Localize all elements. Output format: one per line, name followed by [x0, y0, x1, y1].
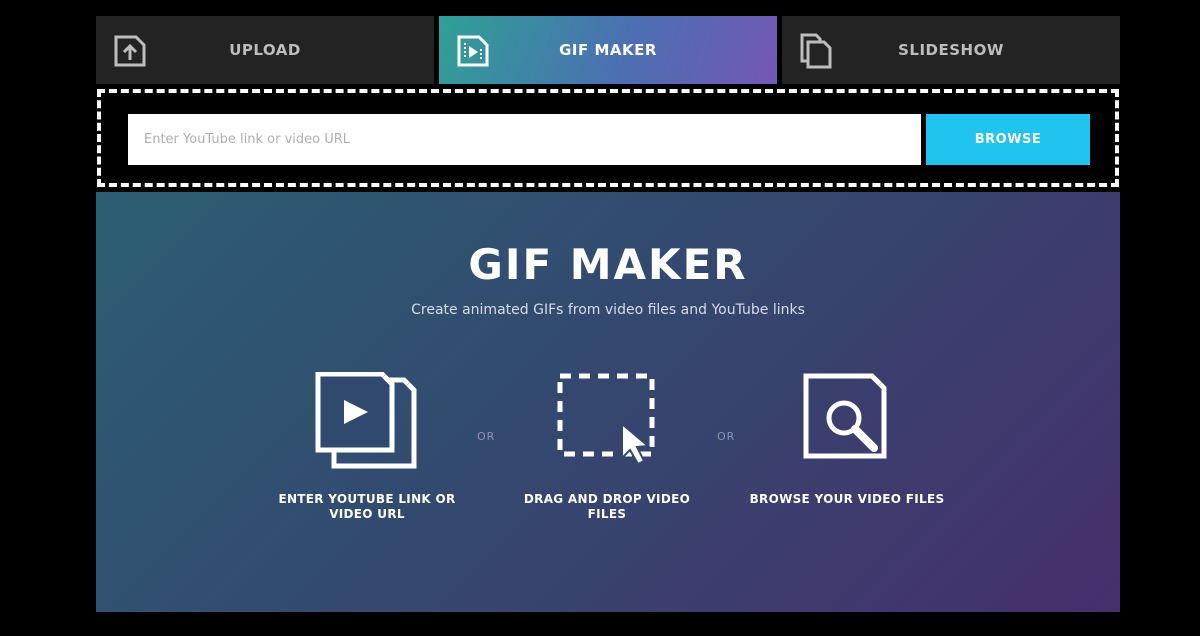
option-drag-drop[interactable]: DRAG AND DROP VIDEO FILES: [507, 372, 707, 522]
upload-icon: [114, 35, 146, 67]
drag-drop-icon: [557, 373, 655, 466]
option-enter-url-label: ENTER YOUTUBE LINK OR VIDEO URL: [278, 492, 456, 521]
browse-files-icon: [803, 373, 887, 459]
url-drop-zone[interactable]: BROWSE: [97, 89, 1119, 187]
app-frame: UPLOAD GIF MAKER SLIDESHOW BROWSE GIF MA…: [96, 16, 1120, 612]
option-browse-files[interactable]: BROWSE YOUR VIDEO FILES: [747, 372, 947, 507]
option-drag-drop-label: DRAG AND DROP VIDEO FILES: [523, 492, 691, 521]
tab-bar: UPLOAD GIF MAKER SLIDESHOW: [96, 16, 1120, 84]
browse-button[interactable]: BROWSE: [926, 114, 1090, 165]
tab-gif-maker[interactable]: GIF MAKER: [439, 16, 777, 84]
tab-slideshow-label: SLIDESHOW: [898, 41, 1004, 59]
page-title: GIF MAKER: [468, 240, 748, 289]
documents-icon: [800, 33, 832, 69]
page-subtitle: Create animated GIFs from video files an…: [411, 302, 805, 318]
gif-maker-panel: GIF MAKER Create animated GIFs from vide…: [96, 192, 1120, 612]
or-separator: OR: [477, 430, 496, 443]
tab-upload-label: UPLOAD: [229, 41, 301, 59]
tab-gif-maker-label: GIF MAKER: [559, 41, 657, 59]
tab-slideshow[interactable]: SLIDESHOW: [782, 16, 1120, 84]
video-file-icon: [457, 35, 489, 67]
youtube-link-icon: [315, 372, 417, 469]
option-browse-files-label: BROWSE YOUR VIDEO FILES: [749, 492, 945, 506]
tab-upload[interactable]: UPLOAD: [96, 16, 434, 84]
video-url-input[interactable]: [128, 114, 921, 165]
or-separator: OR: [717, 430, 736, 443]
option-enter-url[interactable]: ENTER YOUTUBE LINK OR VIDEO URL: [267, 372, 467, 522]
